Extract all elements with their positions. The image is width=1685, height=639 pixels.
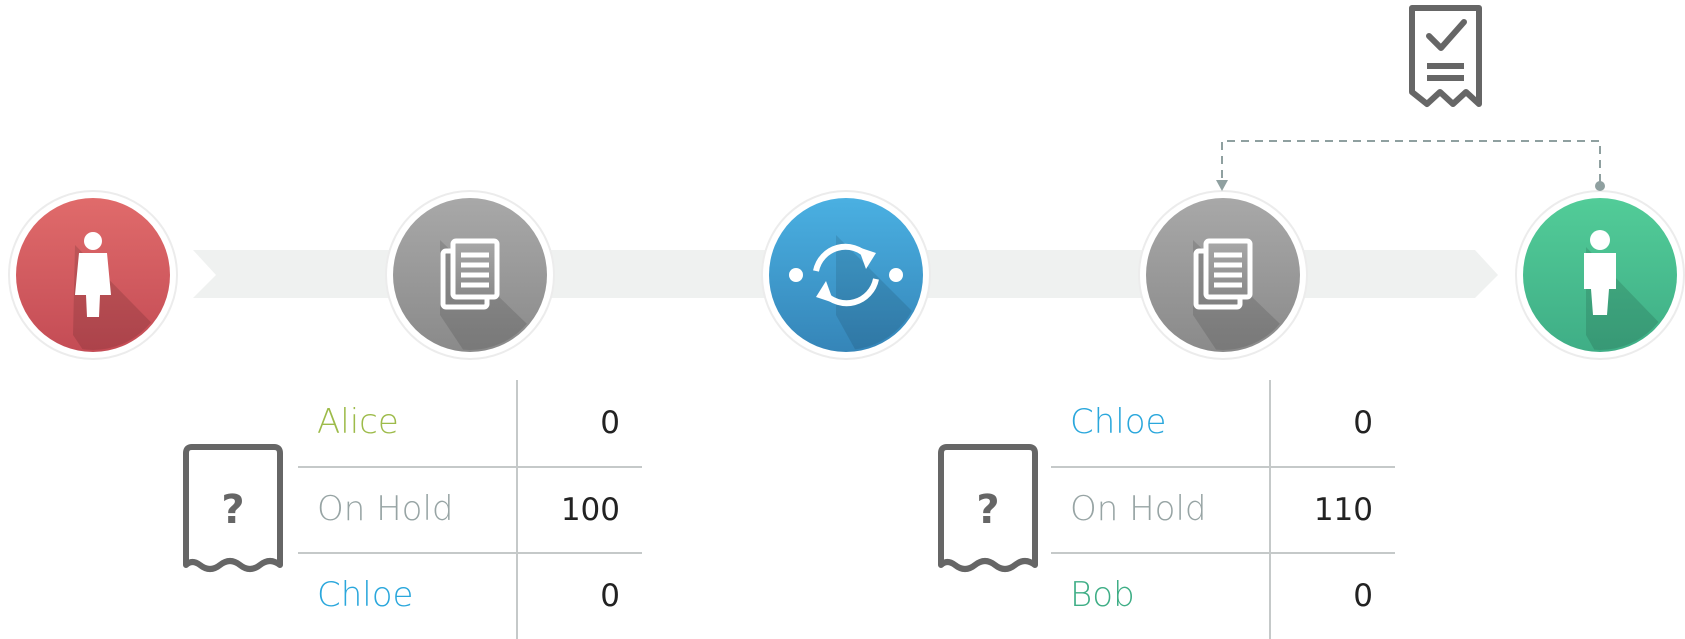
document-node	[1138, 190, 1308, 360]
row-label-chloe: Chloe	[317, 575, 413, 615]
row-label-on-hold: On Hold	[317, 489, 454, 529]
row-label-bob: Bob	[1070, 575, 1135, 615]
ticket-icon: ?	[183, 444, 283, 572]
ticket-icon: ?	[938, 444, 1038, 572]
row-value: 110	[1314, 492, 1373, 528]
ledger-table-2: ? Chloe 0 On Hold 110 Bob 0	[938, 380, 1395, 639]
row-label-alice: Alice	[317, 402, 399, 442]
ticket-question-mark: ?	[976, 487, 999, 533]
row-label-chloe: Chloe	[1070, 402, 1166, 442]
row-value: 0	[600, 578, 620, 614]
row-value: 0	[1353, 578, 1373, 614]
payment-flow-diagram: ? Alice 0 On Hold 100 Chloe 0 ? Chloe 0 …	[8, 5, 1685, 639]
connector-arrowhead	[1216, 180, 1228, 191]
row-value: 0	[1353, 405, 1373, 441]
row-value: 0	[600, 405, 620, 441]
check-receipt-icon	[1409, 5, 1482, 107]
connector-start-dot	[1595, 181, 1605, 191]
receiver-node	[1515, 190, 1685, 360]
row-label-on-hold: On Hold	[1070, 489, 1207, 529]
document-node	[385, 190, 555, 360]
sender-node	[8, 190, 178, 360]
row-value: 100	[561, 492, 620, 528]
ticket-question-mark: ?	[221, 487, 244, 533]
ledger-table-1: ? Alice 0 On Hold 100 Chloe 0	[183, 380, 642, 639]
dashed-connector	[1221, 140, 1601, 182]
